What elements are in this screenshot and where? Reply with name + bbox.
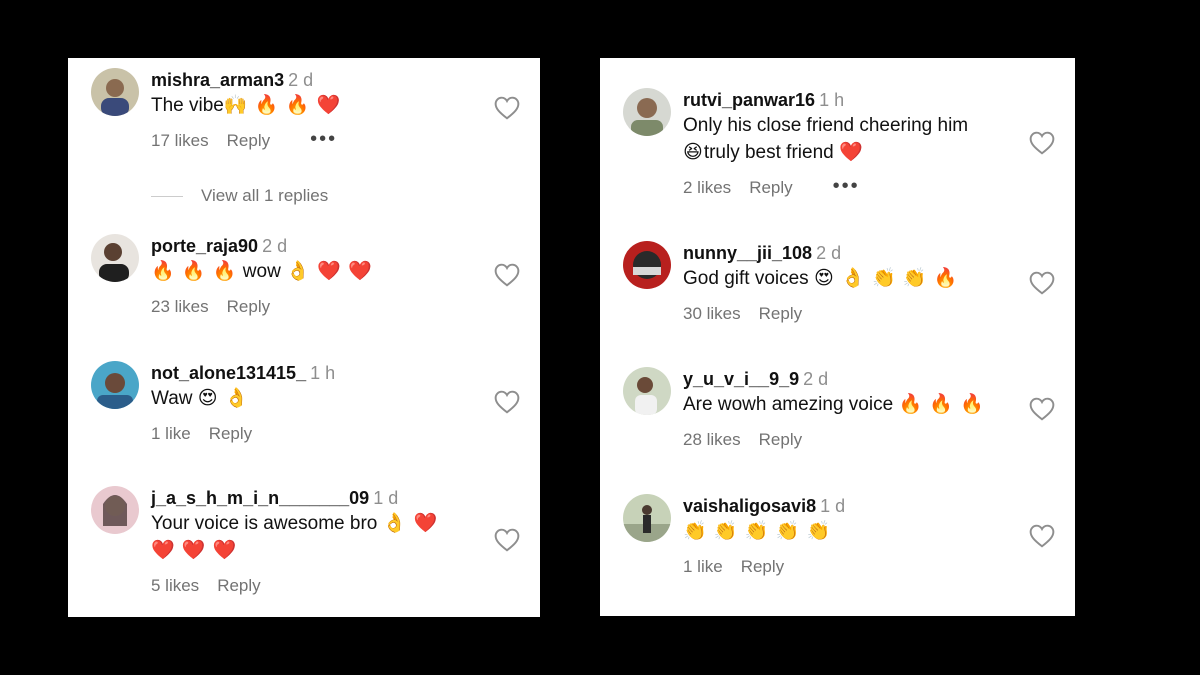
view-replies-label: View all 1 replies	[201, 186, 329, 205]
comment-text: wow	[237, 261, 287, 282]
timestamp: 2 d	[288, 70, 314, 90]
heart-outline-icon[interactable]	[494, 263, 520, 287]
reply-button[interactable]: Reply	[227, 297, 270, 317]
timestamp: 1 h	[819, 90, 845, 110]
timestamp: 2 d	[816, 243, 842, 263]
comment-text: Are wowh amezing voice	[683, 394, 899, 415]
username[interactable]: y_u_v_i__9_9	[683, 369, 799, 389]
reply-button[interactable]: Reply	[217, 576, 260, 596]
timestamp: 1 h	[310, 363, 336, 383]
avatar[interactable]	[91, 68, 139, 116]
timestamp: 1 d	[820, 496, 846, 516]
heart-outline-icon[interactable]	[1029, 271, 1055, 295]
likes-count[interactable]: 1 like	[683, 557, 723, 577]
comments-panel-left: mishra_arman3 2 d The vibe🙌 🔥 🔥 ❤️ 17 lik…	[68, 58, 540, 617]
more-horizontal-icon[interactable]: •••	[833, 176, 860, 196]
likes-count[interactable]: 28 likes	[683, 430, 741, 450]
comment-emojis: 😆	[683, 142, 704, 163]
comment-text: Your voice is awesome bro	[151, 513, 383, 534]
comment-emojis: 👌 ❤️	[382, 513, 439, 534]
comment-emojis: 🔥 🔥 🔥	[898, 394, 985, 415]
reply-button[interactable]: Reply	[749, 178, 792, 198]
reply-button[interactable]: Reply	[209, 424, 252, 444]
likes-count[interactable]: 1 like	[151, 424, 191, 444]
heart-outline-icon[interactable]	[494, 528, 520, 552]
avatar[interactable]	[91, 361, 139, 409]
more-horizontal-icon[interactable]: •••	[310, 129, 337, 149]
heart-outline-icon[interactable]	[1029, 524, 1055, 548]
heart-outline-icon[interactable]	[1029, 397, 1055, 421]
comments-panel-right: rutvi_panwar16 1 h Only his close friend …	[600, 58, 1075, 616]
username[interactable]: not_alone131415_	[151, 363, 306, 383]
likes-count[interactable]: 17 likes	[151, 131, 209, 151]
comment-text: Only his close friend cheering him	[683, 115, 969, 136]
timestamp: 2 d	[262, 236, 288, 256]
reply-button[interactable]: Reply	[759, 430, 802, 450]
username[interactable]: rutvi_panwar16	[683, 90, 815, 110]
divider-line	[151, 195, 183, 197]
comment-text: truly best friend	[703, 142, 839, 163]
comment-emojis: ❤️	[838, 142, 864, 163]
comment-emojis: 😍 👌 👏 👏 🔥	[813, 268, 959, 289]
comment-emojis: 🔥 🔥 🔥	[151, 261, 238, 282]
likes-count[interactable]: 5 likes	[151, 576, 199, 596]
avatar[interactable]	[623, 494, 671, 542]
reply-button[interactable]: Reply	[741, 557, 784, 577]
timestamp: 2 d	[803, 369, 829, 389]
heart-outline-icon[interactable]	[494, 96, 520, 120]
avatar[interactable]	[623, 88, 671, 136]
likes-count[interactable]: 2 likes	[683, 178, 731, 198]
username[interactable]: mishra_arman3	[151, 70, 284, 90]
timestamp: 1 d	[373, 488, 399, 508]
avatar[interactable]	[623, 367, 671, 415]
comment-emojis: 😍 👌	[197, 388, 250, 409]
reply-button[interactable]: Reply	[227, 131, 270, 151]
reply-button[interactable]: Reply	[759, 304, 802, 324]
comment-emojis: 🙌 🔥 🔥 ❤️	[223, 95, 342, 116]
comment-emojis: 👏 👏 👏 👏 👏	[683, 521, 832, 542]
username[interactable]: porte_raja90	[151, 236, 258, 256]
heart-outline-icon[interactable]	[494, 390, 520, 414]
comment-text: The vibe	[151, 95, 224, 116]
likes-count[interactable]: 30 likes	[683, 304, 741, 324]
avatar[interactable]	[623, 241, 671, 289]
heart-outline-icon[interactable]	[1029, 131, 1055, 155]
comment-emojis: 👌 ❤️ ❤️	[286, 261, 373, 282]
comment-text: God gift voices	[683, 268, 814, 289]
username[interactable]: j_a_s_h_m_i_n_______09	[151, 488, 369, 508]
comment-emojis: ❤️ ❤️ ❤️	[151, 540, 238, 561]
view-replies-button[interactable]: View all 1 replies	[151, 186, 328, 206]
avatar[interactable]	[91, 486, 139, 534]
username[interactable]: vaishaligosavi8	[683, 496, 816, 516]
username[interactable]: nunny__jii_108	[683, 243, 812, 263]
likes-count[interactable]: 23 likes	[151, 297, 209, 317]
comment-text: Waw	[151, 388, 198, 409]
avatar[interactable]	[91, 234, 139, 282]
